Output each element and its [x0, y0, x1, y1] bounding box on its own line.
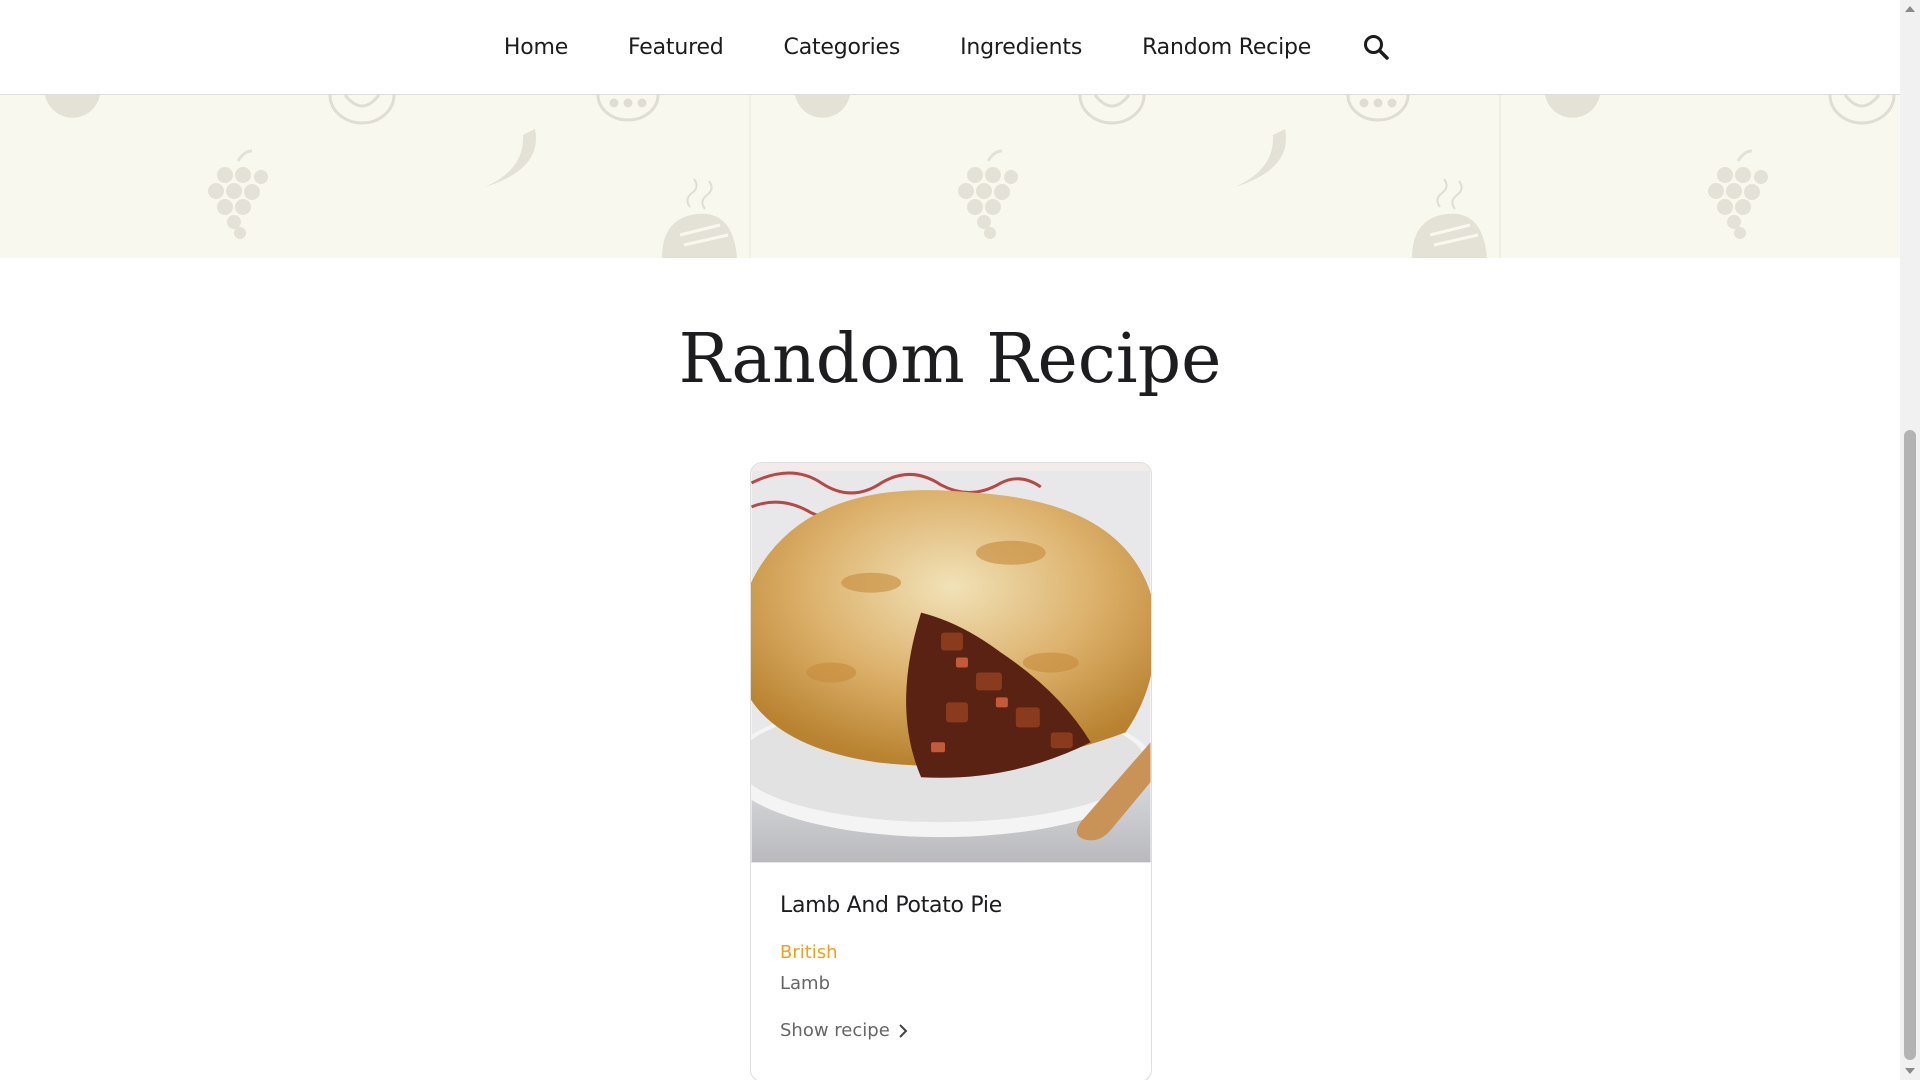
scroll-thumb[interactable] — [1904, 430, 1916, 1060]
search-button[interactable] — [1341, 0, 1411, 95]
nav-list: Home Featured Categories Ingredients Ran… — [474, 0, 1411, 95]
nav-ingredients[interactable]: Ingredients — [930, 0, 1112, 95]
page-scrollbar[interactable] — [1900, 0, 1920, 1080]
show-recipe-label: Show recipe — [780, 1020, 890, 1041]
recipe-title[interactable]: Lamb And Potato Pie — [780, 893, 1122, 918]
page-title: Random Recipe — [678, 320, 1222, 399]
scroll-up-arrow-icon[interactable] — [1904, 3, 1916, 15]
pattern-banner — [0, 95, 1900, 258]
scroll-down-arrow-icon[interactable] — [1904, 1065, 1916, 1077]
food-pattern — [43, 95, 1900, 258]
nav-random-recipe[interactable]: Random Recipe — [1112, 0, 1341, 95]
recipe-area[interactable]: British — [780, 942, 1122, 963]
search-icon — [1364, 35, 1389, 60]
show-recipe-link[interactable]: Show recipe — [780, 1020, 1122, 1041]
nav-featured[interactable]: Featured — [598, 0, 754, 95]
card-body: Lamb And Potato Pie British Lamb Show re… — [751, 863, 1151, 1041]
top-navbar: Home Featured Categories Ingredients Ran… — [0, 0, 1900, 95]
recipe-image[interactable] — [751, 463, 1151, 863]
nav-home[interactable]: Home — [474, 0, 598, 95]
recipe-card[interactable]: Lamb And Potato Pie British Lamb Show re… — [750, 462, 1152, 1080]
chevron-right-icon — [899, 1023, 908, 1038]
nav-categories[interactable]: Categories — [754, 0, 931, 95]
recipe-category: Lamb — [780, 973, 831, 994]
